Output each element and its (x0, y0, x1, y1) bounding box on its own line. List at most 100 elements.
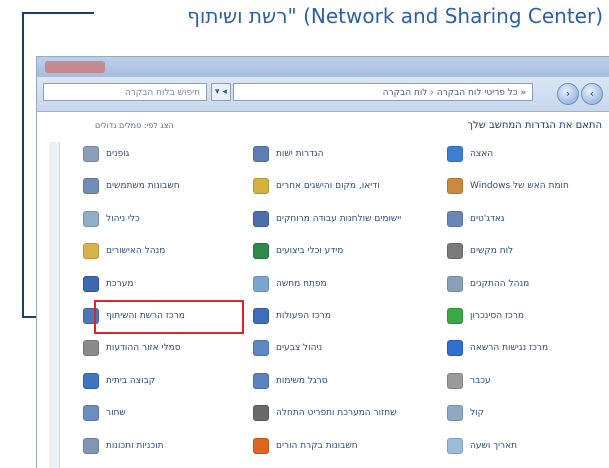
control-panel-item[interactable]: חומת האש של Windows (447, 174, 597, 198)
item-label: מנהל האישורים (106, 246, 166, 257)
caption-text: רשת ושיתוף" (Network and Sharing Center) (187, 4, 603, 28)
item-icon (253, 275, 269, 292)
item-label: סמלי אזור ההודעות (106, 343, 181, 354)
item-icon (253, 210, 269, 227)
title-bar (37, 57, 609, 77)
control-panel-item[interactable]: חשבונות משתמשים (83, 174, 233, 198)
control-panel-item[interactable]: גופנים (83, 142, 233, 166)
window-controls[interactable] (45, 61, 105, 73)
item-label: קבוצה ביתית (106, 375, 156, 386)
control-panel-item[interactable]: קול (447, 401, 597, 425)
item-label: חומת האש של Windows (470, 181, 569, 192)
navigation-bar: חיפוש בלוח הבקרה ▾ ◂ « כל פריטי לוח הבקר… (37, 77, 609, 112)
control-panel-item[interactable]: הגדרות ישות (253, 142, 413, 166)
item-icon (253, 372, 269, 389)
item-icon (253, 178, 269, 195)
item-icon (83, 275, 99, 292)
item-icon (83, 243, 99, 260)
highlight-box (94, 300, 244, 334)
control-panel-item[interactable]: סרגל משימות (253, 369, 413, 393)
item-icon (83, 178, 99, 195)
item-label: יישומים שולחנות עבודה מרוחקים (276, 213, 402, 224)
item-label: גופנים (106, 149, 130, 159)
control-panel-item[interactable]: האצה (447, 142, 597, 166)
control-panel-item[interactable]: מפתח מחשה (253, 272, 413, 296)
scrollbar[interactable] (49, 142, 60, 468)
address-bar[interactable]: « כל פריטי לוח הבקרה ‹ לוח הבקרה (233, 83, 533, 101)
control-panel-item[interactable]: לוח מקשים (447, 239, 597, 263)
control-panel-item[interactable]: מידע וכלי ביצועים (253, 239, 413, 263)
control-panel-item[interactable]: תוכניות ותכונות (83, 434, 233, 458)
control-panel-item[interactable]: מרכז נגישות הרשאה (447, 336, 597, 360)
control-panel-window: חיפוש בלוח הבקרה ▾ ◂ « כל פריטי לוח הבקר… (36, 56, 609, 468)
item-icon (253, 405, 269, 422)
content-pane: התאם את הגדרות המחשב שלך הצג לפי: סמלים … (37, 112, 609, 468)
control-panel-item[interactable]: מרכז הפעולות (253, 304, 413, 328)
item-label: האצה (470, 149, 494, 159)
control-panel-item[interactable]: מנהל האישורים (83, 239, 233, 263)
control-panel-item[interactable]: תאריך ושעה (447, 434, 597, 458)
item-icon (253, 308, 269, 324)
item-label: מרכז הסינכרון (470, 311, 525, 321)
control-panel-item[interactable]: כלי ניהול (83, 207, 233, 231)
item-label: כלי ניהול (106, 213, 140, 224)
control-panel-item[interactable]: מערכת (83, 272, 233, 296)
control-panel-item[interactable]: גאדג'טים (447, 207, 597, 231)
control-panel-item[interactable]: שחזור המערכת ותפריט התחלה (253, 401, 413, 425)
callout-line-vertical (22, 12, 24, 318)
control-panel-item[interactable]: קבוצה ביתית (83, 369, 233, 393)
control-panel-item[interactable]: מרכז הסינכרון (447, 304, 597, 328)
item-icon (447, 405, 463, 422)
view-by-selector[interactable]: הצג לפי: סמלים גדולים (95, 121, 174, 130)
item-label: מערכת (106, 278, 134, 289)
item-icon (83, 437, 99, 454)
control-panel-item[interactable]: סמלי אזור ההודעות (83, 336, 233, 360)
item-icon (447, 210, 463, 227)
item-icon (447, 275, 463, 292)
item-icon (83, 372, 99, 389)
control-panel-item[interactable]: עכבר (447, 369, 597, 393)
control-panel-item[interactable]: חשבונות בקרת הורים (253, 434, 413, 458)
control-panel-item[interactable]: שחור (83, 401, 233, 425)
item-label: מנהל ההתקנים (470, 278, 530, 289)
item-label: תאריך ושעה (470, 440, 518, 451)
control-panel-item[interactable]: יישומים שולחנות עבודה מרוחקים (253, 207, 413, 231)
item-label: חשבונות משתמשים (106, 181, 180, 192)
item-label: גאדג'טים (470, 213, 505, 224)
item-icon (253, 437, 269, 454)
control-panel-item[interactable]: ניהול צבעים (253, 336, 413, 360)
item-label: סרגל משימות (276, 375, 328, 386)
item-icon (447, 308, 463, 324)
caption-area: רשת ושיתוף" (Network and Sharing Center) (0, 0, 609, 40)
callout-line-top (22, 12, 94, 14)
control-panel-item[interactable]: ודיאו, מקום והישגים אחרים (253, 174, 413, 198)
item-icon (447, 340, 463, 357)
item-label: שחור (106, 408, 126, 419)
item-icon (447, 146, 463, 162)
item-icon (83, 405, 99, 422)
item-label: תוכניות ותכונות (106, 440, 164, 451)
item-icon (447, 178, 463, 195)
item-label: מידע וכלי ביצועים (276, 246, 344, 257)
item-icon (253, 340, 269, 357)
item-label: הגדרות ישות (276, 149, 324, 159)
item-label: עכבר (470, 375, 491, 386)
item-label: מרכז הפעולות (276, 311, 331, 321)
search-input[interactable]: חיפוש בלוח הבקרה (43, 83, 207, 101)
item-label: שחזור המערכת ותפריט התחלה (276, 408, 397, 419)
item-label: קול (470, 408, 484, 419)
page-title: התאם את הגדרות המחשב שלך (467, 120, 602, 131)
refresh-button[interactable]: ▾ ◂ (211, 83, 231, 101)
control-panel-item[interactable]: מנהל ההתקנים (447, 272, 597, 296)
item-icon (447, 372, 463, 389)
item-icon (447, 243, 463, 260)
item-label: לוח מקשים (470, 246, 514, 257)
item-label: ודיאו, מקום והישגים אחרים (276, 181, 380, 192)
forward-button[interactable]: › (557, 83, 579, 105)
item-icon (83, 340, 99, 357)
back-button[interactable]: ‹ (581, 83, 603, 105)
item-label: ניהול צבעים (276, 343, 323, 354)
item-label: מפתח מחשה (276, 278, 327, 289)
item-icon (83, 146, 99, 162)
item-label: חשבונות בקרת הורים (276, 440, 358, 451)
